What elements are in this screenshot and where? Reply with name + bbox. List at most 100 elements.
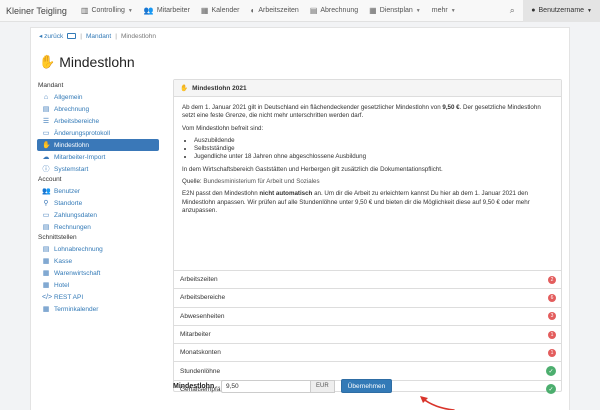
sidebar-item-allgemein[interactable]: ⌂ Allgemein — [37, 91, 159, 103]
sidebar-item-rechnungen[interactable]: ▤ Rechnungen — [37, 221, 159, 233]
sidebar-item-label: Mindestlohn — [54, 141, 90, 149]
inventory-icon: ▦ — [42, 270, 50, 277]
nav-item-kalender[interactable]: ▦ Kalender — [201, 6, 240, 15]
breadcrumb-current: Mindestlohn — [120, 32, 156, 40]
issue-count-badge: 1 — [548, 348, 556, 357]
nav-item-mitarbeiter[interactable]: 👥 Mitarbeiter — [144, 6, 190, 15]
calendar-icon: ▦ — [42, 306, 50, 313]
check-label: Arbeitszeiten — [180, 276, 218, 284]
info-icon: ⓘ — [42, 166, 50, 173]
panel-body: Ab dem 1. Januar 2021 gilt in Deutschlan… — [174, 97, 561, 226]
log-icon: ▭ — [42, 130, 50, 137]
sidebar-item-label: Systemstart — [54, 165, 89, 173]
nav-item-abrechnung[interactable]: ▤ Abrechnung — [310, 6, 358, 15]
check-row[interactable]: Mitarbeiter 1 — [174, 324, 561, 343]
search-icon: ⌕ — [509, 5, 515, 15]
sidebar-item-label: Zahlungsdaten — [54, 211, 98, 219]
issue-count-badge: 2 — [548, 275, 556, 284]
sidebar-heading: Account — [38, 176, 62, 183]
sidebar: Mandant ⌂ Allgemein ▤ Abrechnung ☰ Arbeitsbere… — [37, 81, 159, 315]
sidebar-item-label: Warenwirtschaft — [54, 269, 101, 277]
money-hand-icon: ✋ — [180, 85, 189, 92]
annotation-arrow — [420, 396, 455, 410]
card-icon: ▭ — [42, 212, 50, 219]
home-icon: ⌂ — [43, 93, 49, 101]
main-container: ◂ zurück | Mandant | Mindestlohn ✋ Minde… — [30, 27, 570, 410]
sidebar-item-label: Kasse — [54, 257, 73, 265]
billing-icon: ▤ — [309, 6, 318, 15]
source-line: Quelle: Bundesministerium für Arbeit und… — [182, 178, 320, 186]
brand-name[interactable]: Kleiner Teigling — [6, 6, 67, 16]
currency-addon: EUR — [311, 379, 335, 393]
sidebar-item-rest-api[interactable]: </> REST API — [37, 291, 159, 303]
user-menu-button[interactable]: ● Benutzername ▼ — [523, 0, 600, 22]
check-row[interactable]: Arbeitszeiten 2 — [174, 270, 561, 288]
sidebar-item-label: Hotel — [54, 281, 70, 289]
sidebar-item-arbeitsbereiche[interactable]: ☰ Arbeitsbereiche — [37, 115, 159, 127]
search-button[interactable]: ⌕ — [501, 0, 523, 22]
sidebar-item-label: Mitarbeiter-Import — [54, 153, 106, 161]
sidebar-item-zahlungsdaten[interactable]: ▭ Zahlungsdaten — [37, 209, 159, 221]
sidebar-item-lohnabrechnung[interactable]: ▤ Lohnabrechnung — [37, 243, 159, 255]
e2n-note: E2N passt den Mindestlohn nicht automati… — [182, 190, 530, 214]
sidebar-heading: Schnittstellen — [38, 234, 77, 241]
sidebar-item-label: REST API — [54, 293, 84, 301]
nav-item-dienstplan[interactable]: ▦ Dienstplan ▼ — [369, 6, 421, 15]
sidebar-item-label: Rechnungen — [54, 223, 91, 231]
wage-input[interactable] — [221, 379, 311, 393]
schedule-icon: ▦ — [369, 6, 377, 15]
check-row[interactable]: Abwesenheiten 3 — [174, 306, 561, 325]
check-icon: ✓ — [546, 366, 556, 377]
chart-icon: ▥ — [80, 6, 89, 15]
sidebar-item-warenwirtschaft[interactable]: ▦ Warenwirtschaft — [37, 267, 159, 279]
page-title-text: Mindestlohn — [59, 54, 135, 70]
nav-item-label: Abrechnung — [320, 7, 359, 14]
nav-item-label: Controlling — [91, 7, 125, 14]
register-icon: ▦ — [42, 258, 50, 265]
breadcrumb-parent[interactable]: Mandant — [86, 33, 111, 40]
sidebar-heading: Mandant — [38, 82, 64, 89]
sidebar-item-hotel[interactable]: ▦ Hotel — [37, 279, 159, 291]
location-icon: ⚲ — [43, 200, 49, 207]
nav-item-label: Dienstplan — [379, 7, 413, 14]
sidebar-item-mitarbeiter-import[interactable]: ☁ Mitarbeiter-Import — [37, 151, 159, 163]
back-link[interactable]: ◂ zurück — [39, 32, 63, 40]
issue-count-badge: 1 — [548, 330, 556, 339]
sidebar-item-benutzer[interactable]: 👥 Benutzer — [37, 185, 159, 197]
check-row[interactable]: Monatskonten 1 — [174, 343, 561, 361]
invoice-icon: ▤ — [42, 224, 50, 231]
sidebar-item-standorte[interactable]: ⚲ Standorte — [37, 197, 159, 209]
sidebar-item-systemstart[interactable]: ⓘ Systemstart — [37, 163, 159, 175]
users-icon: 👥 — [42, 188, 51, 195]
sidebar-item-mindestlohn[interactable]: ✋ Mindestlohn — [37, 139, 159, 151]
wage-label: Mindestlohn — [173, 382, 215, 390]
user-name: Benutzername — [538, 7, 585, 14]
nav-item-arbeitszeiten[interactable]: ◐ Arbeitszeiten — [251, 6, 299, 15]
sidebar-item-label: Terminkalender — [54, 305, 99, 313]
panel-title: Mindestlohn 2021 — [192, 84, 247, 92]
caret-down-icon: ▼ — [450, 7, 456, 14]
nav-item-mehr[interactable]: mehr ▼ — [432, 7, 456, 14]
sidebar-item-abrechnung[interactable]: ▤ Abrechnung — [37, 103, 159, 115]
nav-item-label: Arbeitszeiten — [258, 7, 299, 14]
exempt-list: AuszubildendeSelbstständigeJugendliche u… — [194, 137, 553, 162]
apply-button[interactable]: Übernehmen — [340, 379, 393, 393]
calendar-icon: ▦ — [200, 6, 209, 15]
exempt-heading: Vom Mindestlohn befreit sind: — [182, 124, 264, 132]
nav-item-label: Mitarbeiter — [156, 7, 190, 14]
sidebar-item-label: Allgemein — [54, 93, 83, 101]
check-row[interactable]: Arbeitsbereiche 6 — [174, 288, 561, 306]
sidebar-item-änderungsprotokoll[interactable]: ▭ Änderungsprotokoll — [37, 127, 159, 139]
issue-count-badge: 3 — [548, 312, 556, 321]
nav-item-controlling[interactable]: ▥ Controlling ▼ — [81, 6, 133, 15]
code-icon: </> — [42, 293, 53, 301]
sidebar-item-kasse[interactable]: ▦ Kasse — [37, 255, 159, 267]
sidebar-item-label: Arbeitsbereiche — [54, 117, 100, 125]
check-row[interactable]: Stundenlöhne ✓ — [174, 361, 561, 379]
check-label: Mitarbeiter — [180, 331, 211, 339]
payroll-icon: ▤ — [42, 246, 50, 253]
sidebar-item-label: Lohnabrechnung — [54, 245, 103, 253]
caret-down-icon: ▼ — [127, 7, 133, 14]
page-title: ✋ Mindestlohn — [39, 54, 135, 70]
sidebar-item-terminkalender[interactable]: ▦ Terminkalender — [37, 303, 159, 315]
